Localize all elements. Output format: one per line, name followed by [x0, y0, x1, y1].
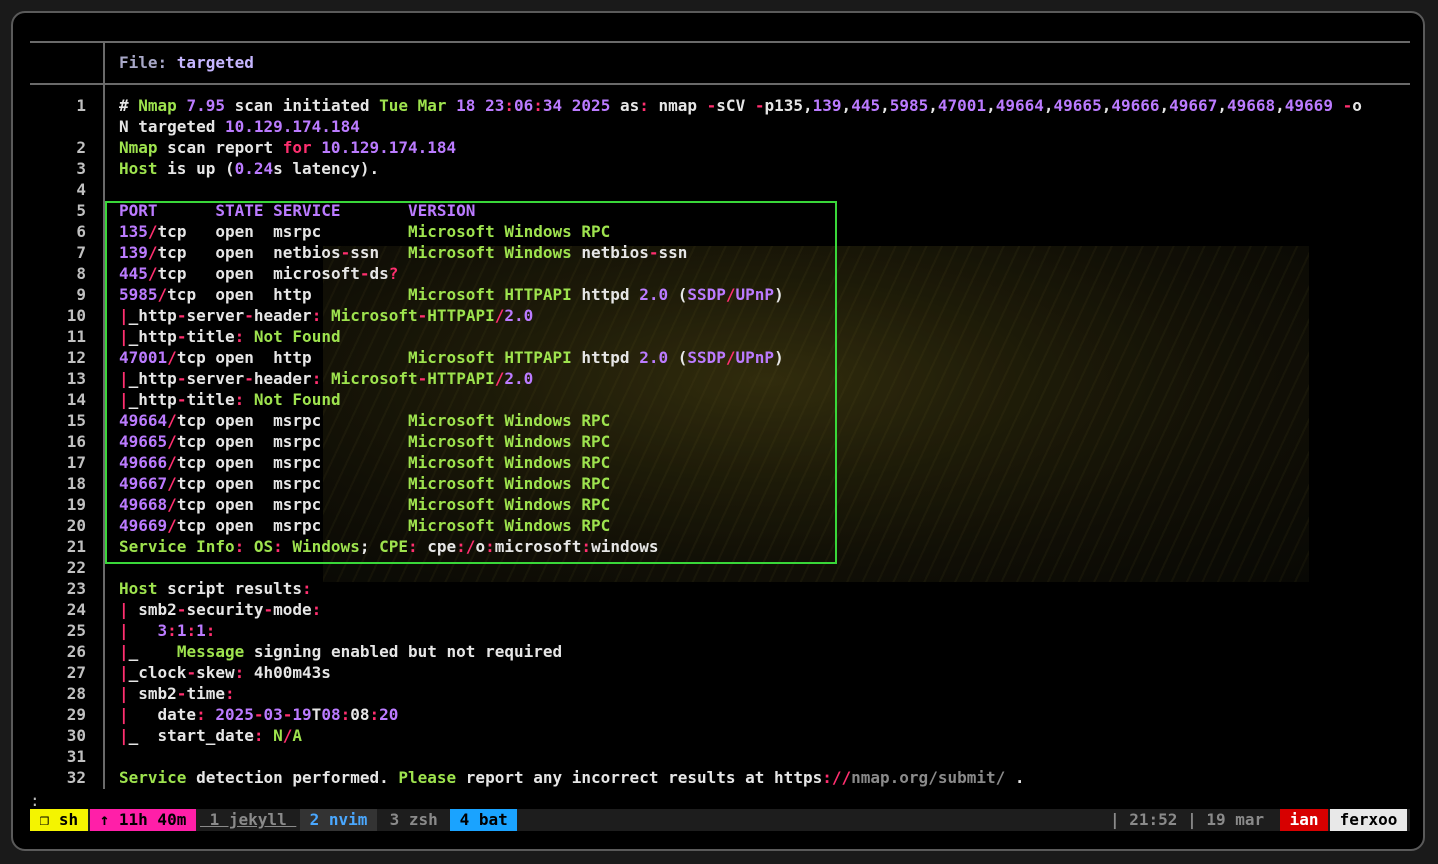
line-number: 32 — [66, 768, 86, 787]
line-number: 18 — [66, 474, 86, 493]
line-number: 17 — [66, 453, 86, 472]
code-line: | smb2-time: — [119, 684, 235, 703]
line-number: 31 — [66, 747, 86, 766]
highlight-box — [105, 201, 837, 564]
status-segment-left-0: ❐ sh — [30, 809, 88, 831]
line-number: 11 — [66, 327, 86, 346]
status-segment-left-5[interactable]: 4 bat — [450, 809, 518, 831]
line-number: 20 — [66, 516, 86, 535]
line-number: 5 — [76, 201, 86, 220]
line-number: 26 — [66, 642, 86, 661]
file-header-name: targeted — [176, 53, 254, 72]
status-segment-left-1: ↑ 11h 40m — [90, 809, 196, 831]
line-number: 24 — [66, 600, 86, 619]
code-line: Nmap scan report for 10.129.174.184 — [119, 138, 457, 157]
code-line: |_ start_date: N/A — [119, 726, 303, 745]
line-number: 16 — [66, 432, 86, 451]
line-number: 27 — [66, 663, 86, 682]
code-line: Host script results: — [119, 579, 312, 598]
line-number: 19 — [66, 495, 86, 514]
code-line: |_ Message signing enabled but not requi… — [119, 642, 563, 661]
line-number-gutter: 1 2 3 4 5 6 7 8 9 10 11 12 13 14 15 16 17 18 19 20 21 22 23 24 2… — [30, 95, 86, 788]
code-line: Service detection performed. Please repo… — [119, 768, 1025, 787]
line-number: 10 — [66, 306, 86, 325]
status-segment-right-0: ferxoo — [1330, 809, 1408, 831]
line-number: 29 — [66, 705, 86, 724]
command-line[interactable]: : — [30, 791, 40, 810]
status-segment-left-2[interactable]: 1 jekyll — [200, 809, 297, 831]
line-number: 9 — [76, 285, 86, 304]
status-segment-left-3[interactable]: 2 nvim — [300, 809, 378, 831]
line-number: 4 — [76, 180, 86, 199]
status-segment-right-2: | 21:52 | 19 mar — [1110, 809, 1274, 831]
code-line: # Nmap 7.95 scan initiated Tue Mar 18 23… — [119, 96, 1362, 115]
line-number: 14 — [66, 390, 86, 409]
code-line: |_clock-skew: 4h00m43s — [119, 663, 331, 682]
line-number: 1 — [76, 96, 86, 115]
tmux-status-bar: ❐ sh ↑ 11h 40m 1 jekyll 2 nvim 3 zsh 4 b… — [30, 809, 1410, 831]
code-line: | 3:1:1: — [119, 621, 216, 640]
line-number: 6 — [76, 222, 86, 241]
code-line: N targeted 10.129.174.184 — [119, 117, 360, 136]
status-segment-right-1: ian — [1280, 809, 1329, 831]
line-number: 21 — [66, 537, 86, 556]
line-number: 12 — [66, 348, 86, 367]
line-number: 13 — [66, 369, 86, 388]
line-number: 7 — [76, 243, 86, 262]
file-header-label: File: — [119, 53, 177, 72]
line-number: 30 — [66, 726, 86, 745]
code-line: Host is up (0.24s latency). — [119, 159, 380, 178]
header-divider — [30, 83, 1410, 85]
line-number: 25 — [66, 621, 86, 640]
line-number: 23 — [66, 579, 86, 598]
code-line: | smb2-security-mode: — [119, 600, 322, 619]
line-number: 28 — [66, 684, 86, 703]
line-number: 3 — [76, 159, 86, 178]
line-number: 22 — [66, 558, 86, 577]
line-number: 2 — [76, 138, 86, 157]
line-number: 15 — [66, 411, 86, 430]
file-header: File: targeted — [119, 53, 254, 72]
status-segment-left-4[interactable]: 3 zsh — [380, 809, 448, 831]
code-line: | date: 2025-03-19T08:08:20 — [119, 705, 399, 724]
line-number — [30, 116, 86, 137]
terminal-window: File: targeted 1 2 3 4 5 6 7 8 9 10 11 12 13 14 15 16 17… — [11, 11, 1425, 851]
top-divider — [30, 41, 1410, 43]
line-number: 8 — [76, 264, 86, 283]
